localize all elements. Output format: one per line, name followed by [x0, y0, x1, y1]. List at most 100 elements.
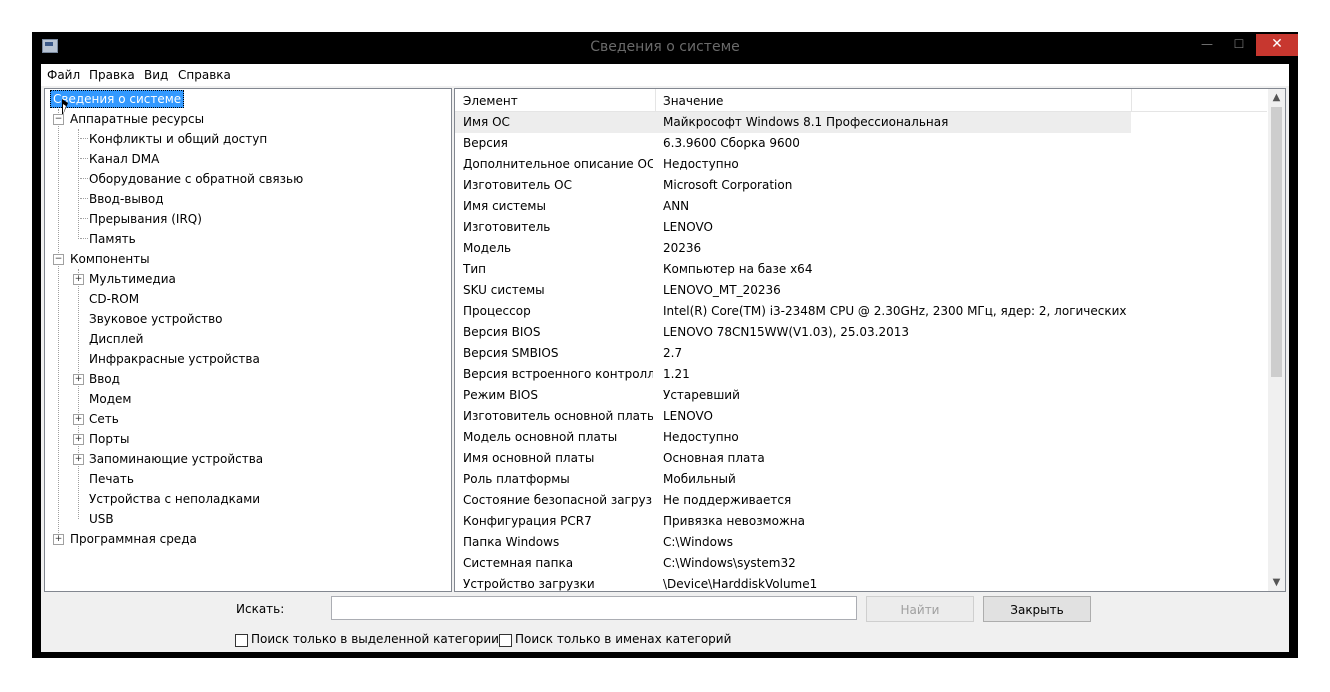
- tree-item-network[interactable]: Сеть: [89, 410, 119, 428]
- tree-item-storage[interactable]: Запоминающие устройства: [89, 450, 263, 468]
- table-row[interactable]: Версия SMBIOS 2.7: [455, 343, 1131, 364]
- scroll-down-icon[interactable]: ▼: [1268, 574, 1285, 591]
- row-item-cell: Версия BIOS: [463, 325, 541, 339]
- table-row[interactable]: SKU системы LENOVO_MT_20236: [455, 280, 1131, 301]
- table-row[interactable]: Модель основной платы Недоступно: [455, 427, 1131, 448]
- tree-item-usb[interactable]: USB: [89, 510, 114, 528]
- tree-item-problem-devices[interactable]: Устройства с неполадками: [89, 490, 260, 508]
- close-window-button[interactable]: ✕: [1256, 34, 1298, 56]
- search-input[interactable]: [331, 596, 857, 620]
- row-item-cell: SKU системы: [463, 283, 545, 297]
- row-value-cell: Привязка невозможна: [663, 514, 805, 528]
- tree-item-ports[interactable]: Порты: [89, 430, 129, 448]
- table-row[interactable]: Изготовитель LENOVO: [455, 217, 1131, 238]
- tree-item-multimedia[interactable]: Мультимедиа: [89, 270, 176, 288]
- category-tree[interactable]: Сведения о системе − Аппаратные ресурсы …: [44, 88, 452, 592]
- tree-item-dma[interactable]: Канал DMA: [89, 150, 159, 168]
- table-row[interactable]: Дополнительное описание ОС Недоступно: [455, 154, 1131, 175]
- column-divider[interactable]: [1131, 89, 1132, 111]
- row-value-cell: Майкрософт Windows 8.1 Профессиональная: [663, 115, 949, 129]
- tree-item-conflicts[interactable]: Конфликты и общий доступ: [89, 130, 267, 148]
- table-row[interactable]: Изготовитель ОС Microsoft Corporation: [455, 175, 1131, 196]
- menu-edit[interactable]: Правка: [89, 68, 135, 82]
- tree-line: [80, 238, 88, 239]
- tree-item-components[interactable]: Компоненты: [70, 250, 150, 268]
- details-list[interactable]: Элемент Значение Имя ОС Майкрософт Window…: [454, 88, 1286, 592]
- tree-line: [78, 269, 79, 519]
- column-header-value[interactable]: Значение: [663, 94, 723, 108]
- vertical-scrollbar[interactable]: ▲ ▼: [1268, 89, 1285, 591]
- table-row[interactable]: Системная папка C:\Windows\system32: [455, 553, 1131, 574]
- tree-item-modem[interactable]: Модем: [89, 390, 131, 408]
- table-row[interactable]: Версия BIOS LENOVO 78CN15WW(V1.03), 25.03…: [455, 322, 1131, 343]
- tree-item-memory[interactable]: Память: [89, 230, 136, 248]
- table-row[interactable]: Конфигурация PCR7 Привязка невозможна: [455, 511, 1131, 532]
- row-item-cell: Процессор: [463, 304, 531, 318]
- row-value-cell: LENOVO 78CN15WW(V1.03), 25.03.2013: [663, 325, 909, 339]
- collapse-icon[interactable]: −: [53, 114, 64, 125]
- table-row[interactable]: Имя ОС Майкрософт Windows 8.1 Профессиона…: [455, 112, 1131, 133]
- row-item-cell: Папка Windows: [463, 535, 560, 549]
- table-row[interactable]: Изготовитель основной платы LENOVO: [455, 406, 1131, 427]
- table-row[interactable]: Режим BIOS Устаревший: [455, 385, 1131, 406]
- table-row[interactable]: Роль платформы Мобильный: [455, 469, 1131, 490]
- tree-item-printing[interactable]: Печать: [89, 470, 134, 488]
- tree-item-irq[interactable]: Прерывания (IRQ): [89, 210, 202, 228]
- tree-item-io[interactable]: Ввод-вывод: [89, 190, 164, 208]
- search-selected-checkbox[interactable]: [235, 634, 248, 647]
- table-row[interactable]: Имя основной платы Основная плата: [455, 448, 1131, 469]
- expand-icon[interactable]: +: [73, 374, 84, 385]
- tree-item-software-environment[interactable]: Программная среда: [70, 530, 197, 548]
- table-row[interactable]: Имя системы ANN: [455, 196, 1131, 217]
- tree-item-input[interactable]: Ввод: [89, 370, 120, 388]
- expand-icon[interactable]: +: [73, 434, 84, 445]
- row-value-cell: Основная плата: [663, 451, 765, 465]
- table-row[interactable]: Версия 6.3.9600 Сборка 9600: [455, 133, 1131, 154]
- row-value-cell: Недоступно: [663, 157, 739, 171]
- row-value-cell: Не поддерживается: [663, 493, 792, 507]
- scroll-thumb[interactable]: [1271, 107, 1282, 377]
- row-value-cell: Недоступно: [663, 430, 739, 444]
- tree-line: [80, 218, 88, 219]
- table-row[interactable]: Тип Компьютер на базе x64: [455, 259, 1131, 280]
- column-divider[interactable]: [655, 89, 656, 111]
- minimize-button[interactable]: —: [1192, 34, 1222, 56]
- collapse-icon[interactable]: −: [53, 254, 64, 265]
- expand-icon[interactable]: +: [73, 274, 84, 285]
- tree-item-forced-hardware[interactable]: Оборудование с обратной связью: [89, 170, 303, 188]
- table-row[interactable]: Модель 20236: [455, 238, 1131, 259]
- tree-item-infrared[interactable]: Инфракрасные устройства: [89, 350, 260, 368]
- window-title: Сведения о системе: [590, 39, 740, 55]
- table-row[interactable]: Папка Windows C:\Windows: [455, 532, 1131, 553]
- tree-item-hardware-resources[interactable]: Аппаратные ресурсы: [70, 110, 204, 128]
- table-row[interactable]: Устройство загрузки \Device\HarddiskVolum…: [455, 574, 1131, 591]
- search-names-label[interactable]: Поиск только в именах категорий: [515, 632, 731, 646]
- row-item-cell: Изготовитель ОС: [463, 178, 572, 192]
- close-button[interactable]: Закрыть: [983, 596, 1091, 622]
- search-names-checkbox[interactable]: [499, 634, 512, 647]
- table-row[interactable]: Состояние безопасной загруз... Не поддерж…: [455, 490, 1131, 511]
- title-bar[interactable]: Сведения о системе — ☐ ✕: [32, 32, 1298, 62]
- row-item-cell: Имя основной платы: [463, 451, 595, 465]
- tree-item-display[interactable]: Дисплей: [89, 330, 143, 348]
- find-button[interactable]: Найти: [866, 596, 974, 622]
- column-header-item[interactable]: Элемент: [463, 94, 518, 108]
- expand-icon[interactable]: +: [53, 534, 64, 545]
- menu-help[interactable]: Справка: [178, 68, 231, 82]
- tree-item-sound[interactable]: Звуковое устройство: [89, 310, 223, 328]
- row-value-cell: 6.3.9600 Сборка 9600: [663, 136, 800, 150]
- menu-file[interactable]: Файл: [47, 68, 80, 82]
- maximize-button[interactable]: ☐: [1224, 34, 1254, 56]
- row-value-cell: Компьютер на базе x64: [663, 262, 813, 276]
- table-row[interactable]: Версия встроенного контролл... 1.21: [455, 364, 1131, 385]
- expand-icon[interactable]: +: [73, 454, 84, 465]
- table-row[interactable]: Процессор Intel(R) Core(TM) i3-2348M CPU …: [455, 301, 1131, 322]
- tree-item-system-summary[interactable]: Сведения о системе: [50, 90, 185, 108]
- tree-item-cdrom[interactable]: CD-ROM: [89, 290, 139, 308]
- expand-icon[interactable]: +: [73, 414, 84, 425]
- menu-bar: Файл Правка Вид Справка: [41, 64, 1289, 86]
- search-selected-label[interactable]: Поиск только в выделенной категории: [251, 632, 499, 646]
- scroll-up-icon[interactable]: ▲: [1268, 89, 1285, 106]
- row-item-cell: Модель: [463, 241, 512, 255]
- menu-view[interactable]: Вид: [144, 68, 168, 82]
